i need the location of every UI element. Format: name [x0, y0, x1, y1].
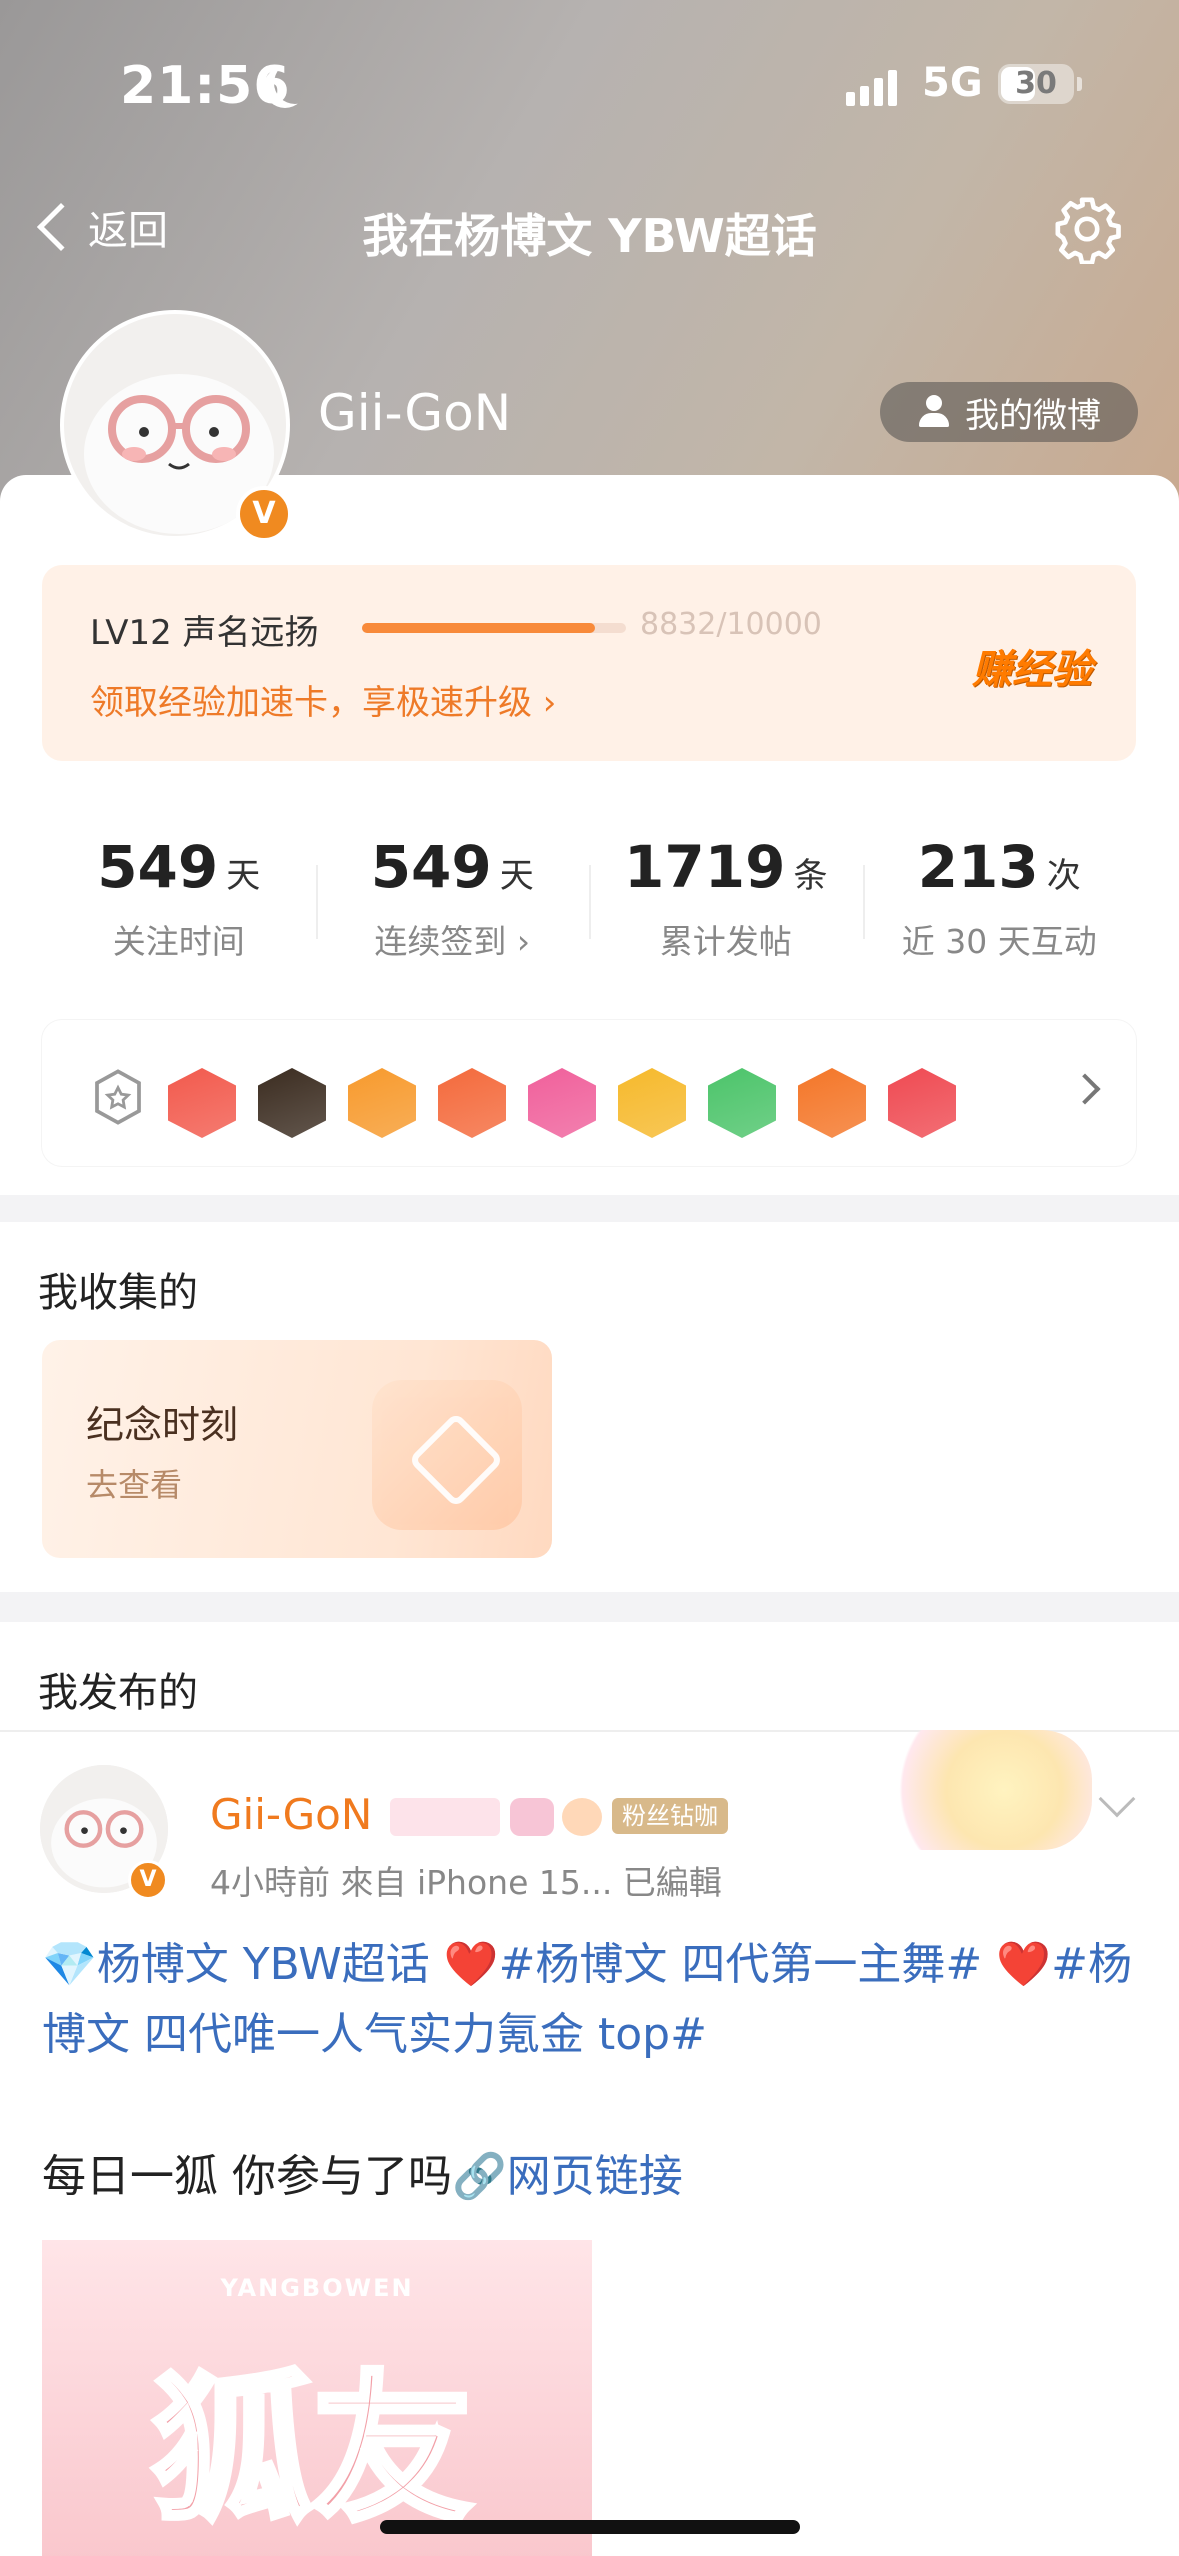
badge-medal-icon: [438, 1068, 506, 1138]
page-title: 我在杨博文 YBW超话: [362, 209, 817, 263]
my-weibo-label: 我的微博: [965, 395, 1101, 436]
signal-icon: [846, 70, 897, 106]
image-big-text: 狐友: [149, 2353, 475, 2546]
badge-medal-icon: [618, 1068, 686, 1138]
fox-tag-icon: [562, 1798, 602, 1836]
web-link[interactable]: 🔗网页链接: [452, 2151, 683, 2202]
my-weibo-button[interactable]: 我的微博: [880, 382, 1138, 442]
calendar-gift-icon: [372, 1380, 522, 1530]
badge-medal-icon: [528, 1068, 596, 1138]
diamond-tag-icon: [510, 1798, 554, 1836]
level-progress-bar: [362, 623, 626, 633]
posted-section-title: 我发布的: [38, 1670, 198, 1716]
badge-medal-icon: [258, 1068, 326, 1138]
level-progress-fill: [362, 623, 596, 633]
medal-outline-icon: [95, 1069, 141, 1125]
nav-bar: 返回 我在杨博文 YBW超话: [0, 180, 1179, 276]
stat-label: 近 30 天互动: [901, 922, 1097, 961]
gear-icon[interactable]: [1052, 194, 1122, 264]
fan-badge: 粉丝钻咖: [612, 1798, 728, 1834]
collected-section-title: 我收集的: [38, 1270, 198, 1316]
badge-medal-icon: [708, 1068, 776, 1138]
battery-level: 30: [1015, 66, 1057, 101]
stat-interactions: 213 次 近 30 天互动: [862, 793, 1137, 993]
post-meta: 4小時前 來自 iPhone 15... 已編輯: [210, 1863, 722, 1902]
home-indicator: [380, 2520, 800, 2534]
stat-number: 549: [370, 833, 492, 901]
memorial-link: 去查看: [86, 1466, 183, 1504]
username: Gii-GoN: [318, 384, 512, 442]
stat-posts: 1719 条 累计发帖: [589, 793, 863, 993]
memorial-card[interactable]: 纪念时刻 去查看: [42, 1340, 552, 1558]
stat-unit: 天: [226, 856, 261, 896]
stat-number: 213: [917, 833, 1039, 901]
memorial-title: 纪念时刻: [86, 1403, 239, 1447]
collected-section: 我收集的 纪念时刻 去查看: [0, 1222, 1179, 1592]
stat-number: 549: [97, 833, 219, 901]
earn-exp-button[interactable]: 赚经验: [972, 637, 1092, 695]
stat-unit: 条: [793, 856, 828, 896]
stat-unit: 次: [1046, 856, 1081, 896]
stat-label: 连续签到 ›: [374, 922, 531, 961]
status-time: 21:56: [120, 56, 291, 116]
chevron-right-icon: [1069, 1073, 1101, 1105]
level-tag-icon: [390, 1798, 500, 1836]
badge-medal-icon: [348, 1068, 416, 1138]
stat-label: 关注时间: [112, 922, 245, 961]
moon-icon: [274, 62, 316, 104]
badges-row[interactable]: [42, 1020, 1136, 1166]
network-label: 5G: [922, 60, 983, 106]
post-text: 每日一狐 你参与了吗: [42, 2151, 452, 2202]
post-author[interactable]: Gii-GoN: [210, 1790, 372, 1839]
heart-icon: ❤️: [443, 1939, 499, 1990]
badge-medal-icon: [798, 1068, 866, 1138]
level-panel[interactable]: LV12 声名远扬 8832/10000 领取经验加速卡，享极速升级 › 赚经验: [42, 565, 1136, 761]
stat-number: 1719: [624, 833, 786, 901]
level-progress-text: 8832/10000: [640, 607, 822, 642]
image-caption: YANGBOWEN: [220, 2274, 414, 2302]
badge-medal-icon: [888, 1068, 956, 1138]
heart-icon: ❤️: [996, 1939, 1052, 1990]
status-bar: 21:56 5G 30: [0, 40, 1179, 130]
stat-follow-days: 549 天 关注时间: [42, 793, 316, 993]
hashtag-link[interactable]: #杨博文 四代第一主舞#: [499, 1939, 997, 1990]
post-content-line: 每日一狐 你参与了吗🔗网页链接: [42, 2140, 683, 2204]
post-image[interactable]: YANGBOWEN 狐友: [42, 2240, 592, 2556]
stat-checkin-days[interactable]: 549 天 连续签到 ›: [315, 793, 590, 993]
badge-medal-icon: [168, 1068, 236, 1138]
stat-label: 累计发帖: [659, 922, 792, 961]
post-content: 💎杨博文 YBW超话 ❤️#杨博文 四代第一主舞# ❤️#杨博文 四代唯一人气实…: [42, 1930, 1142, 2070]
battery-icon: 30: [998, 64, 1082, 104]
stats-row: 549 天 关注时间 549 天 连续签到 › 1719 条 累计发帖 213 次 近 …: [42, 793, 1136, 993]
verified-badge: V: [128, 1860, 168, 1900]
verified-badge: V: [236, 486, 292, 542]
topic-link[interactable]: 💎杨博文 YBW超话: [42, 1939, 444, 1990]
level-label: LV12 声名远扬: [90, 613, 319, 653]
profile-card: LV12 声名远扬 8832/10000 领取经验加速卡，享极速升级 › 赚经验…: [0, 475, 1179, 1195]
level-promo-link[interactable]: 领取经验加速卡，享极速升级 ›: [90, 675, 556, 724]
stat-unit: 天: [499, 856, 534, 896]
person-icon: [917, 395, 951, 429]
sticker-decoration: [872, 1730, 1092, 1850]
